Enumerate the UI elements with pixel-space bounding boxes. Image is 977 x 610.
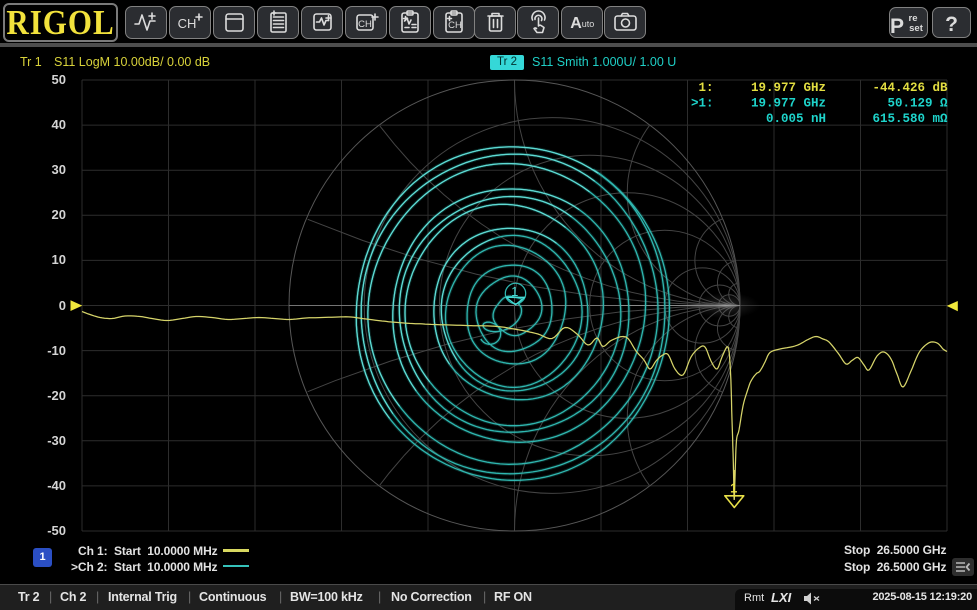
svg-text:19.977 GHz: 19.977 GHz — [751, 81, 826, 95]
svg-text:CH: CH — [358, 19, 372, 30]
svg-text:10: 10 — [52, 252, 66, 267]
svg-text:-10: -10 — [47, 343, 66, 358]
svg-text:30: 30 — [52, 162, 66, 177]
svg-text:-44.426 dB: -44.426 dB — [872, 81, 948, 95]
svg-text:1: 1 — [511, 284, 518, 299]
svg-text:>1:: >1: — [691, 97, 714, 111]
svg-text:40: 40 — [52, 117, 66, 132]
svg-text:1:: 1: — [698, 81, 713, 95]
svg-text:CH: CH — [448, 20, 462, 31]
svg-text:set: set — [909, 23, 924, 34]
svg-text:0: 0 — [59, 298, 66, 313]
svg-text:1: 1 — [730, 481, 737, 496]
svg-text:615.580 mΩ: 615.580 mΩ — [872, 112, 948, 126]
svg-text:20: 20 — [52, 207, 66, 222]
svg-text:?: ? — [945, 13, 958, 36]
svg-text:-40: -40 — [47, 478, 66, 493]
svg-text:0.005 nH: 0.005 nH — [766, 112, 826, 126]
svg-text:-50: -50 — [47, 523, 66, 538]
svg-text:-20: -20 — [47, 388, 66, 403]
svg-text:P: P — [890, 15, 904, 38]
svg-text:A: A — [570, 15, 582, 32]
svg-text:CH: CH — [178, 16, 197, 31]
svg-text:-30: -30 — [47, 433, 66, 448]
svg-text:50.129 Ω: 50.129 Ω — [887, 97, 948, 111]
svg-text:uto: uto — [582, 19, 595, 29]
svg-text:19.977 GHz: 19.977 GHz — [751, 97, 826, 111]
